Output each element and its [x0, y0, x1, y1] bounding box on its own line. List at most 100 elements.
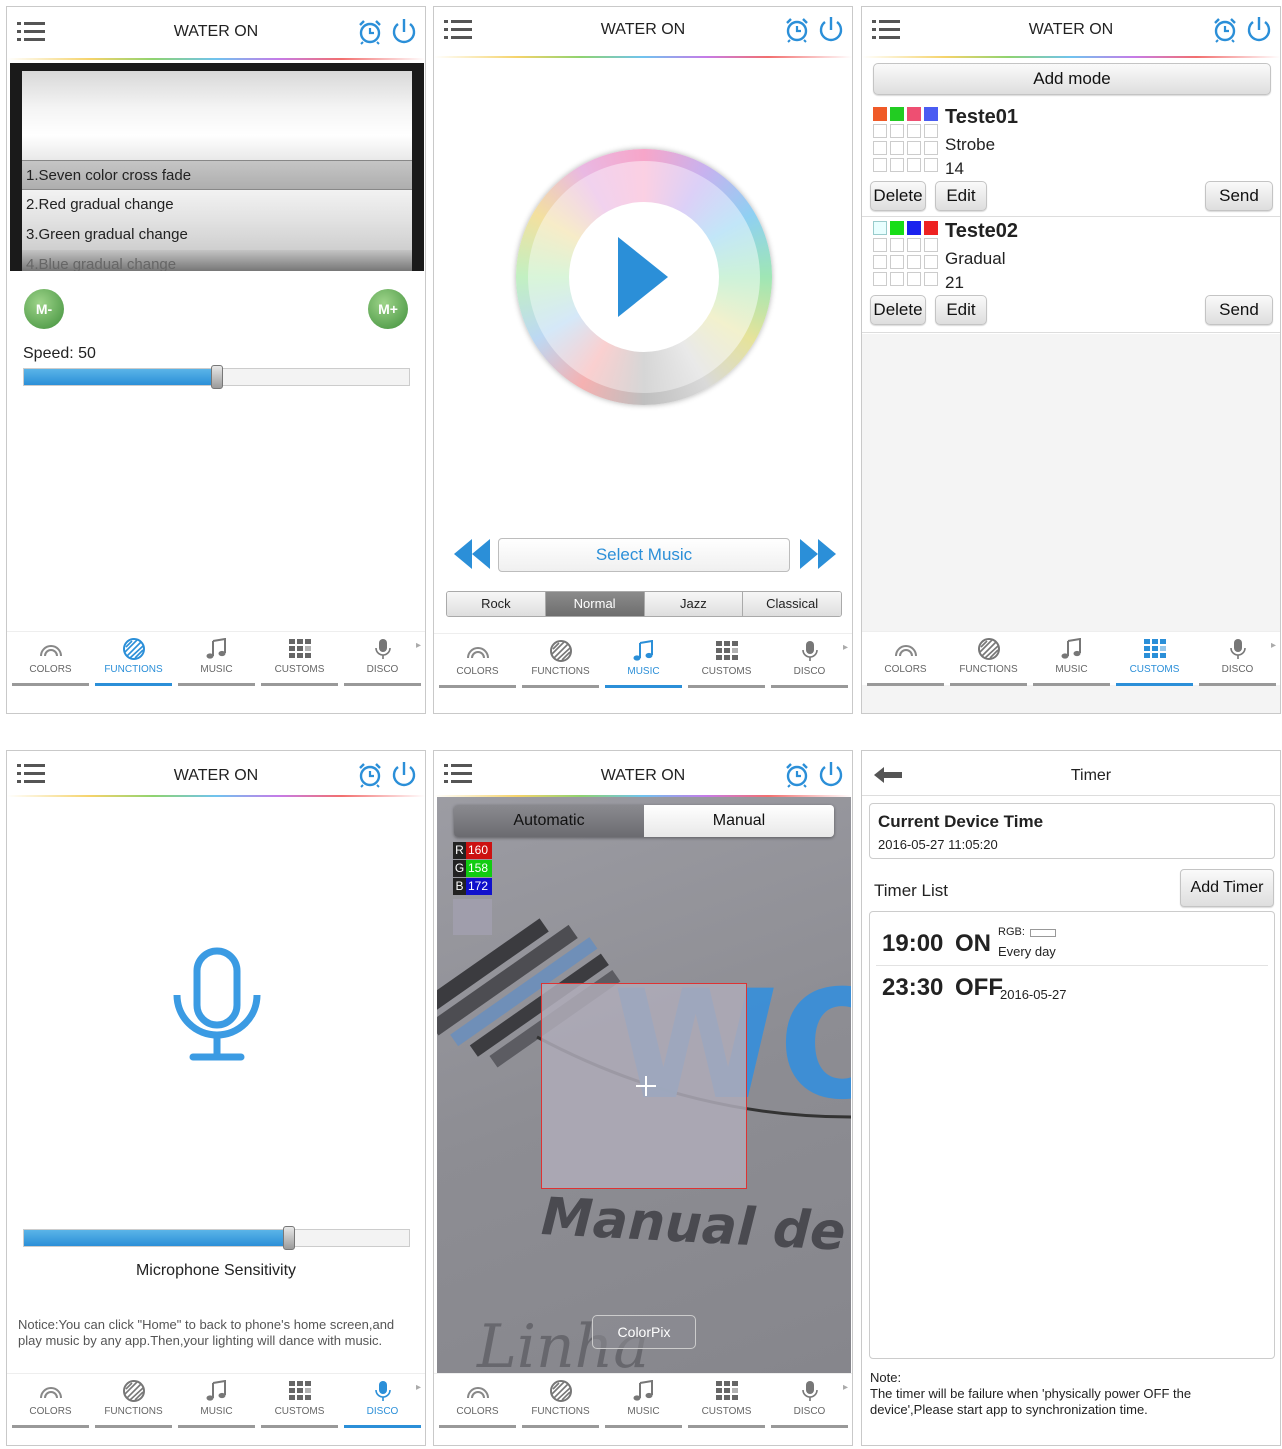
timer-list-label: Timer List	[874, 881, 948, 900]
timer-row[interactable]: 19:00 ON RGB: Every day	[876, 916, 1268, 966]
tab-music[interactable]: MUSIC	[175, 1374, 258, 1428]
automatic-toggle[interactable]: Automatic	[454, 805, 644, 837]
grid-icon	[287, 638, 313, 660]
music-screen: WATER ON Select Music Rock Normal Jazz C…	[433, 6, 853, 714]
tab-music[interactable]: MUSIC	[1030, 632, 1113, 686]
mode-item[interactable]: 2.Red gradual change	[22, 190, 412, 220]
select-music-button[interactable]: Select Music	[498, 538, 790, 572]
timer-state: OFF	[955, 974, 1003, 1001]
genre-jazz[interactable]: Jazz	[644, 592, 744, 616]
tab-colors[interactable]: COLORS	[436, 634, 519, 688]
delete-button[interactable]: Delete	[870, 181, 926, 211]
genre-rock[interactable]: Rock	[447, 592, 546, 616]
tab-functions[interactable]: FUNCTIONS	[92, 632, 175, 686]
alarm-icon[interactable]	[784, 762, 810, 788]
tab-customs[interactable]: CUSTOMS	[1113, 632, 1196, 686]
sensitivity-slider-thumb[interactable]	[283, 1226, 295, 1250]
color-swatch	[924, 221, 938, 235]
alarm-icon[interactable]	[1212, 17, 1238, 43]
genre-normal[interactable]: Normal	[545, 592, 645, 616]
tab-functions[interactable]: FUNCTIONS	[947, 632, 1030, 686]
timer-row[interactable]: 23:30 OFF 2016-05-27	[876, 968, 1268, 1018]
sample-region[interactable]	[541, 983, 747, 1189]
bottom-tab-bar: COLORS FUNCTIONS MUSIC CUSTOMS DISCO ▸	[7, 1373, 425, 1428]
mode-picker[interactable]: 1.Seven color cross fade 2.Red gradual c…	[10, 63, 424, 271]
add-mode-button[interactable]: Add mode	[873, 63, 1271, 95]
power-icon[interactable]	[1246, 16, 1272, 44]
power-icon[interactable]	[818, 16, 844, 44]
send-button[interactable]: Send	[1205, 295, 1273, 325]
color-swatch	[890, 221, 904, 235]
tab-music[interactable]: MUSIC	[602, 1374, 685, 1428]
tab-colors[interactable]: COLORS	[9, 632, 92, 686]
timer-repeat: Every day	[998, 944, 1056, 959]
disco-notice: Notice:You can click "Home" to back to p…	[18, 1317, 395, 1348]
current-time-value: 2016-05-27 11:05:20	[878, 837, 998, 852]
tab-scroll-arrow-icon: ▸	[415, 640, 421, 651]
power-icon[interactable]	[391, 18, 417, 46]
custom-mode-type: Gradual	[945, 249, 1006, 268]
tab-disco[interactable]: DISCO	[341, 1374, 424, 1428]
scene-text-manual: Manual de	[540, 1187, 847, 1263]
mode-item[interactable]: 3.Green gradual change	[22, 220, 412, 250]
tab-music[interactable]: MUSIC	[602, 634, 685, 688]
color-swatch-grid	[873, 107, 941, 172]
top-bar: WATER ON	[434, 7, 852, 57]
sensitivity-slider[interactable]	[23, 1226, 410, 1250]
genre-classical[interactable]: Classical	[743, 592, 841, 616]
tab-disco[interactable]: DISCO	[768, 1374, 851, 1428]
send-button[interactable]: Send	[1205, 181, 1273, 211]
tab-disco[interactable]: DISCO	[1196, 632, 1279, 686]
top-bar: WATER ON	[434, 751, 852, 797]
tab-customs[interactable]: CUSTOMS	[258, 1374, 341, 1428]
speed-slider[interactable]	[23, 365, 410, 389]
functions-icon	[548, 640, 574, 662]
rainbow-divider	[7, 58, 425, 60]
music-disc[interactable]	[516, 149, 772, 405]
speed-slider-thumb[interactable]	[211, 365, 223, 389]
tab-disco[interactable]: DISCO	[341, 632, 424, 686]
colorpix-button[interactable]: ColorPix	[592, 1315, 696, 1349]
bottom-tab-bar: COLORS FUNCTIONS MUSIC CUSTOMS DISCO ▸	[862, 631, 1280, 686]
timer-rgb-swatch	[1030, 929, 1056, 937]
power-icon[interactable]	[818, 761, 844, 789]
previous-icon[interactable]	[454, 539, 492, 569]
tab-customs[interactable]: CUSTOMS	[685, 634, 768, 688]
tab-functions[interactable]: FUNCTIONS	[519, 1374, 602, 1428]
m-plus-button[interactable]: M+	[368, 289, 408, 329]
edit-button[interactable]: Edit	[935, 181, 987, 211]
manual-toggle[interactable]: Manual	[644, 805, 834, 837]
custom-mode-name: Teste01	[945, 106, 1019, 128]
camera-view[interactable]: WO Manual de Linha Automatic Manual R160…	[437, 797, 851, 1375]
functions-icon	[121, 1380, 147, 1402]
alarm-icon[interactable]	[357, 762, 383, 788]
tab-music[interactable]: MUSIC	[175, 632, 258, 686]
next-icon[interactable]	[798, 539, 836, 569]
tab-colors[interactable]: COLORS	[864, 632, 947, 686]
tab-colors[interactable]: COLORS	[9, 1374, 92, 1428]
edit-button[interactable]: Edit	[935, 295, 987, 325]
rainbow-icon	[465, 640, 491, 662]
back-arrow-icon[interactable]	[874, 767, 902, 783]
tab-functions[interactable]: FUNCTIONS	[92, 1374, 175, 1428]
m-minus-button[interactable]: M-	[24, 289, 64, 329]
grid-icon	[287, 1380, 313, 1402]
play-icon[interactable]	[616, 235, 670, 319]
mode-item[interactable]: 1.Seven color cross fade	[22, 160, 412, 190]
bottom-tab-bar: COLORS FUNCTIONS MUSIC CUSTOMS DISCO ▸	[434, 633, 852, 688]
tab-functions[interactable]: FUNCTIONS	[519, 634, 602, 688]
top-bar: WATER ON	[862, 7, 1280, 57]
tab-scroll-arrow-icon: ▸	[842, 642, 848, 653]
tab-customs[interactable]: CUSTOMS	[685, 1374, 768, 1428]
alarm-icon[interactable]	[784, 17, 810, 43]
power-icon[interactable]	[391, 761, 417, 789]
tab-colors[interactable]: COLORS	[436, 1374, 519, 1428]
add-timer-button[interactable]: Add Timer	[1180, 869, 1274, 907]
mode-item[interactable]: 4.Blue gradual change	[22, 250, 412, 271]
tab-customs[interactable]: CUSTOMS	[258, 632, 341, 686]
tab-disco[interactable]: DISCO	[768, 634, 851, 688]
alarm-icon[interactable]	[357, 19, 383, 45]
delete-button[interactable]: Delete	[870, 295, 926, 325]
microphone-icon[interactable]	[169, 947, 265, 1065]
disco-screen: WATER ON Microphone Sensitivity Notice:Y…	[6, 750, 426, 1446]
